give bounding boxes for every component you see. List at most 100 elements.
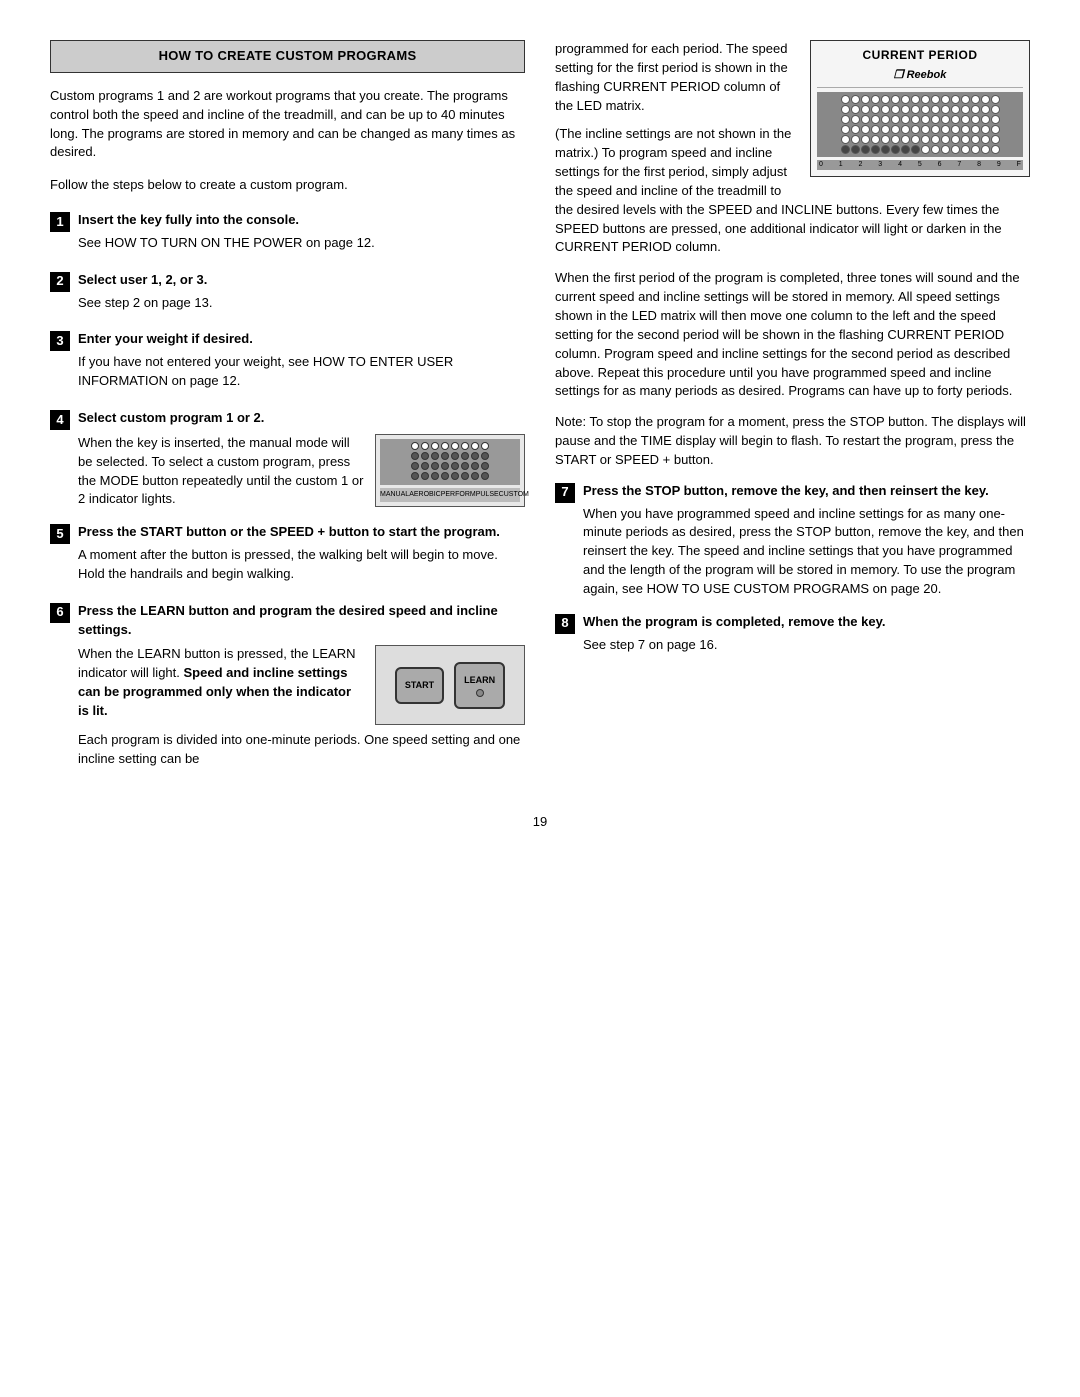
led — [991, 95, 1000, 104]
learn-button-image: START LEARN — [375, 645, 525, 725]
step-7-content: Press the STOP button, remove the key, a… — [583, 482, 1030, 599]
dot — [471, 472, 479, 480]
led — [841, 105, 850, 114]
led — [921, 135, 930, 144]
led — [891, 135, 900, 144]
dot — [441, 442, 449, 450]
led — [961, 145, 970, 154]
step-8-number: 8 — [555, 614, 575, 634]
dot — [461, 452, 469, 460]
para2: When the first period of the program is … — [555, 269, 1030, 401]
page-layout: HOW TO CREATE CUSTOM PROGRAMS Custom pro… — [50, 40, 1030, 783]
right-column: CURRENT PERIOD ❒ Reebok — [555, 40, 1030, 783]
led — [871, 105, 880, 114]
label-manual: MANUAL — [380, 490, 409, 500]
label-performance: PERFORM — [441, 490, 476, 500]
label-6: 6 — [938, 160, 942, 170]
dot-row-3 — [383, 462, 517, 470]
led — [891, 115, 900, 124]
led — [981, 95, 990, 104]
led — [891, 125, 900, 134]
dot — [411, 452, 419, 460]
led — [981, 115, 990, 124]
led — [851, 145, 860, 154]
led — [971, 115, 980, 124]
page-number: 19 — [50, 813, 1030, 832]
step-6-number: 6 — [50, 603, 70, 623]
start-button: START — [395, 667, 444, 704]
led — [951, 145, 960, 154]
step-7-number: 7 — [555, 483, 575, 503]
step-6-sub: Each program is divided into one-minute … — [78, 731, 525, 769]
led — [941, 125, 950, 134]
step-8: 8 When the program is completed, remove … — [555, 613, 1030, 655]
step-8-desc: See step 7 on page 16. — [583, 636, 1030, 655]
led — [841, 135, 850, 144]
led — [961, 95, 970, 104]
dot — [421, 442, 429, 450]
led — [871, 125, 880, 134]
label-aerobic: AEROBIC — [409, 490, 441, 500]
led — [911, 115, 920, 124]
led — [971, 105, 980, 114]
right-intro: programmed for each period. The speed se… — [555, 40, 796, 115]
reebok-logo: ❒ Reebok — [817, 68, 1023, 88]
led — [951, 105, 960, 114]
dot — [451, 472, 459, 480]
led — [971, 145, 980, 154]
right-intro-text: programmed for each period. The speed se… — [555, 40, 796, 115]
treadmill-display-inner — [380, 439, 520, 485]
note-para: Note: To stop the program for a moment, … — [555, 413, 1030, 470]
led — [901, 95, 910, 104]
led — [951, 135, 960, 144]
step-4-title: Select custom program 1 or 2. — [78, 409, 525, 428]
led — [881, 95, 890, 104]
dot — [421, 472, 429, 480]
led — [911, 95, 920, 104]
label-custom: CUSTOM — [499, 490, 529, 500]
dot — [471, 452, 479, 460]
led — [841, 145, 850, 154]
led — [861, 95, 870, 104]
dot — [421, 462, 429, 470]
led — [881, 145, 890, 154]
step-1-title: Insert the key fully into the console. — [78, 211, 525, 230]
led — [851, 105, 860, 114]
led-row-1 — [820, 95, 1020, 104]
led — [971, 95, 980, 104]
led — [861, 145, 870, 154]
dot — [471, 462, 479, 470]
led — [851, 115, 860, 124]
label-4: 4 — [898, 160, 902, 170]
led — [871, 145, 880, 154]
label-9: 9 — [997, 160, 1001, 170]
led — [941, 135, 950, 144]
led — [901, 105, 910, 114]
led — [931, 105, 940, 114]
led — [961, 135, 970, 144]
led — [991, 115, 1000, 124]
current-period-box: CURRENT PERIOD ❒ Reebok — [810, 40, 1030, 177]
led — [981, 135, 990, 144]
label-7: 7 — [957, 160, 961, 170]
dot — [461, 462, 469, 470]
label-3: 3 — [878, 160, 882, 170]
step-6-with-image: When the LEARN button is pressed, the LE… — [78, 645, 525, 725]
step-4: 4 Select custom program 1 or 2. When the… — [50, 409, 525, 509]
step-6: 6 Press the LEARN button and program the… — [50, 602, 525, 769]
label-pulse: PULSE — [476, 490, 499, 500]
led-matrix — [817, 92, 1023, 157]
step-3-desc: If you have not entered your weight, see… — [78, 353, 525, 391]
step-3: 3 Enter your weight if desired. If you h… — [50, 330, 525, 395]
step-3-number: 3 — [50, 331, 70, 351]
dot — [481, 442, 489, 450]
led — [861, 125, 870, 134]
step-4-number: 4 — [50, 410, 70, 430]
step-2-title: Select user 1, 2, or 3. — [78, 271, 525, 290]
step-5-desc: A moment after the button is pressed, th… — [78, 546, 525, 584]
led — [881, 125, 890, 134]
display-labels: MANUAL AEROBIC PERFORM PULSE CUSTOM — [380, 488, 520, 502]
current-period-title: CURRENT PERIOD — [817, 47, 1023, 64]
led — [971, 125, 980, 134]
step-6-content: Press the LEARN button and program the d… — [78, 602, 525, 769]
